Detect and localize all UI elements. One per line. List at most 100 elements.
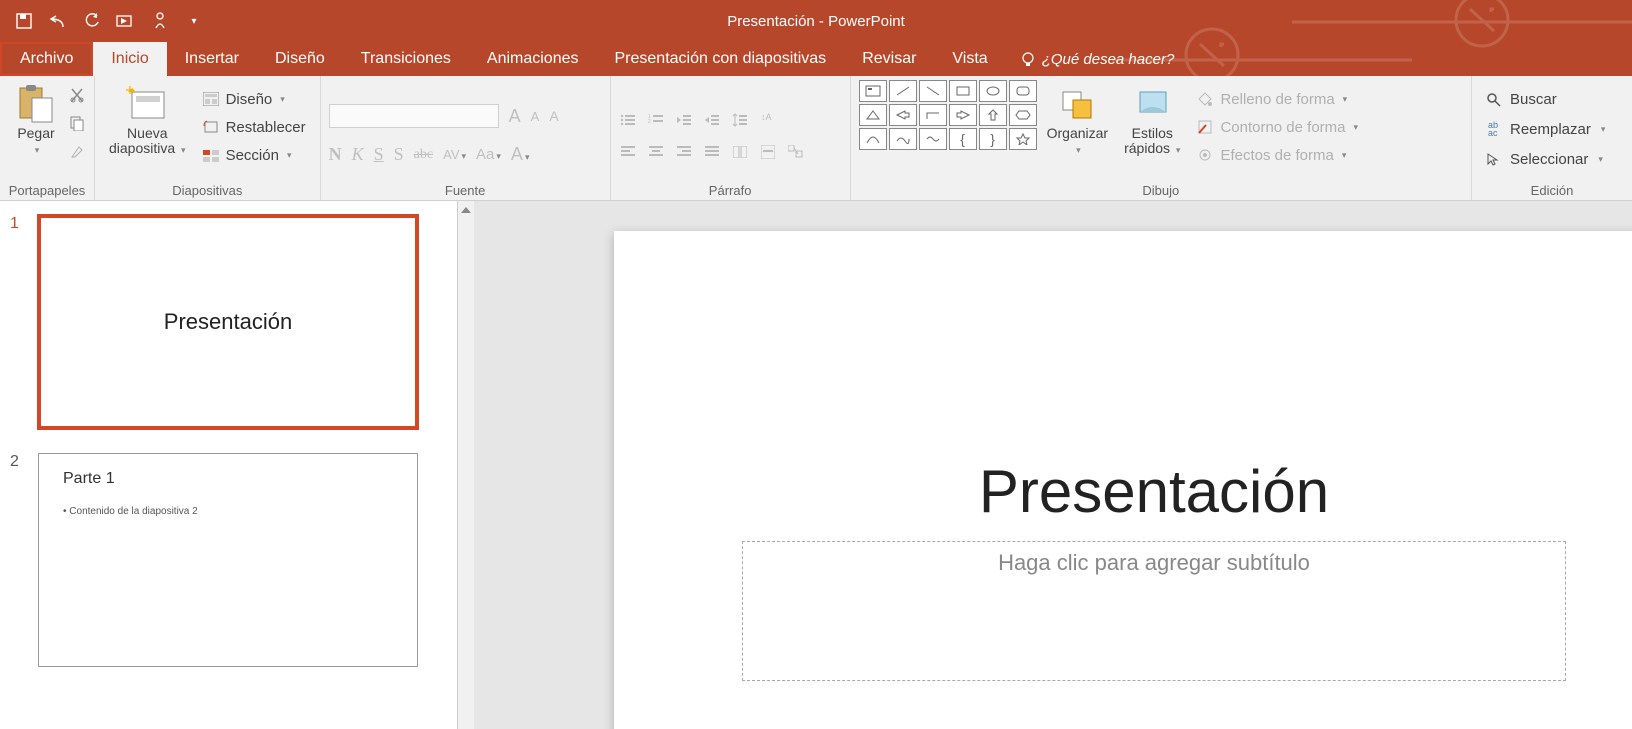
text-direction-icon[interactable]: ↕A [759,111,777,129]
undo-icon[interactable] [48,11,68,31]
save-icon[interactable] [14,11,34,31]
bold-button[interactable]: N [329,144,342,165]
current-slide[interactable]: Presentación Haga clic para agregar subt… [614,231,1632,729]
shape-brace-l-icon[interactable]: { [949,128,977,150]
tab-transiciones[interactable]: Transiciones [343,42,469,76]
thumb2-title: Parte 1 [63,470,393,488]
reemplazar-button[interactable]: abacReemplazar▾ [1480,116,1609,142]
shape-arrow-r-icon[interactable] [949,104,977,126]
replace-icon: abac [1484,120,1502,138]
diseno-button[interactable]: Diseño▾ [196,86,312,112]
align-text-icon[interactable] [759,143,777,161]
redo-icon[interactable] [82,11,102,31]
justify-icon[interactable] [703,143,721,161]
strikethrough-button[interactable]: abc [414,147,433,163]
tab-inicio[interactable]: Inicio [93,42,166,76]
tab-insertar[interactable]: Insertar [167,42,257,76]
decrease-font-icon[interactable]: A [531,109,540,124]
group-fuente: A A A N K S S abc AV▾ Aa▾ A▾ Fuente [321,76,611,200]
slide-thumbnail-panel[interactable]: 1 Presentación 2 Parte 1 • Contenido de … [0,201,458,729]
columns-icon[interactable] [731,143,749,161]
shape-oval-icon[interactable] [979,80,1007,102]
slide-thumbnail-2[interactable]: Parte 1 • Contenido de la diapositiva 2 [38,453,418,667]
numbering-icon[interactable]: 12 [647,111,665,129]
tab-revisar[interactable]: Revisar [844,42,934,76]
shapes-gallery[interactable]: { } [859,80,1037,150]
clear-format-icon[interactable]: A [549,108,558,124]
section-icon [202,146,220,164]
shape-roundrect-icon[interactable] [1009,80,1037,102]
title-bar: ▾ Presentación - PowerPoint [0,0,1632,42]
smartart-convert-icon[interactable] [787,143,805,161]
organizar-button[interactable]: Organizar▾ [1041,80,1114,159]
slide-title-text[interactable]: Presentación [614,457,1632,526]
shape-brace-r-icon[interactable]: } [979,128,1007,150]
seleccionar-button[interactable]: Seleccionar▾ [1480,146,1607,172]
group-label-parrafo: Párrafo [619,181,842,198]
shape-arc-icon[interactable] [859,128,887,150]
copy-icon[interactable] [68,114,86,132]
tab-presentacion[interactable]: Presentación con diapositivas [597,42,845,76]
thumbnail-scrollbar[interactable] [458,201,474,729]
touch-mode-icon[interactable] [150,11,170,31]
align-center-icon[interactable] [647,143,665,161]
shape-outline-icon [1196,118,1214,136]
italic-button[interactable]: K [352,144,364,165]
buscar-button[interactable]: Buscar [1480,86,1561,112]
align-left-icon[interactable] [619,143,637,161]
shape-triangle-icon[interactable] [859,104,887,126]
seccion-button[interactable]: Sección▾ [196,142,312,168]
efectos-forma-button[interactable]: Efectos de forma▾ [1190,142,1364,168]
increase-font-icon[interactable]: A [509,106,521,127]
char-spacing-button[interactable]: AV▾ [443,147,466,163]
thumbnail-row-1: 1 Presentación [10,215,447,429]
restablecer-button[interactable]: Restablecer [196,114,312,140]
shape-textbox-icon[interactable] [859,80,887,102]
shape-wave-icon[interactable] [919,128,947,150]
bullets-icon[interactable] [619,111,637,129]
increase-indent-icon[interactable] [703,111,721,129]
scroll-up-icon[interactable] [461,207,471,213]
tab-archivo[interactable]: Archivo [0,42,93,76]
window-title: Presentación - PowerPoint [727,13,905,30]
tab-diseno[interactable]: Diseño [257,42,343,76]
start-from-beginning-icon[interactable] [116,11,136,31]
relleno-forma-button[interactable]: Relleno de forma▾ [1190,86,1364,112]
reset-icon [202,118,220,136]
contorno-forma-button[interactable]: Contorno de forma▾ [1190,114,1364,140]
group-label-edicion: Edición [1480,181,1624,198]
tab-animaciones[interactable]: Animaciones [469,42,597,76]
decrease-indent-icon[interactable] [675,111,693,129]
shape-arrow-ud-icon[interactable] [979,104,1007,126]
shape-line2-icon[interactable] [919,80,947,102]
underline-button[interactable]: S [374,144,384,165]
seleccionar-label: Seleccionar [1510,151,1588,168]
change-case-button[interactable]: Aa▾ [476,146,501,164]
buscar-label: Buscar [1510,91,1557,108]
shape-rect-icon[interactable] [949,80,977,102]
shape-hex-icon[interactable] [1009,104,1037,126]
pegar-button[interactable]: Pegar▾ [8,80,64,159]
subtitle-placeholder-box[interactable]: Haga clic para agregar subtítulo [742,541,1566,681]
customize-qat-icon[interactable]: ▾ [184,11,204,31]
shape-star-icon[interactable] [1009,128,1037,150]
tab-vista[interactable]: Vista [934,42,1005,76]
shape-line-icon[interactable] [889,80,917,102]
font-color-button[interactable]: A▾ [511,144,530,165]
align-right-icon[interactable] [675,143,693,161]
shadow-button[interactable]: S [394,144,404,165]
shape-elbow-icon[interactable] [919,104,947,126]
diseno-label: Diseño [226,91,273,108]
cut-icon[interactable] [68,86,86,104]
estilos-rapidos-button[interactable]: Estilosrápidos ▾ [1118,80,1186,159]
shape-curve-icon[interactable] [889,128,917,150]
group-dibujo: { } Organizar▾ Estilosrápidos ▾ Relleno … [851,76,1472,200]
nueva-diapositiva-button[interactable]: Nuevadiapositiva ▾ [103,80,192,159]
slide-thumbnail-1[interactable]: Presentación [38,215,418,429]
shape-effects-icon [1196,146,1214,164]
shape-arrow-l-icon[interactable] [889,104,917,126]
font-name-combo[interactable] [329,104,499,128]
shape-fill-icon [1196,90,1214,108]
format-painter-icon[interactable] [68,142,86,160]
line-spacing-icon[interactable] [731,111,749,129]
